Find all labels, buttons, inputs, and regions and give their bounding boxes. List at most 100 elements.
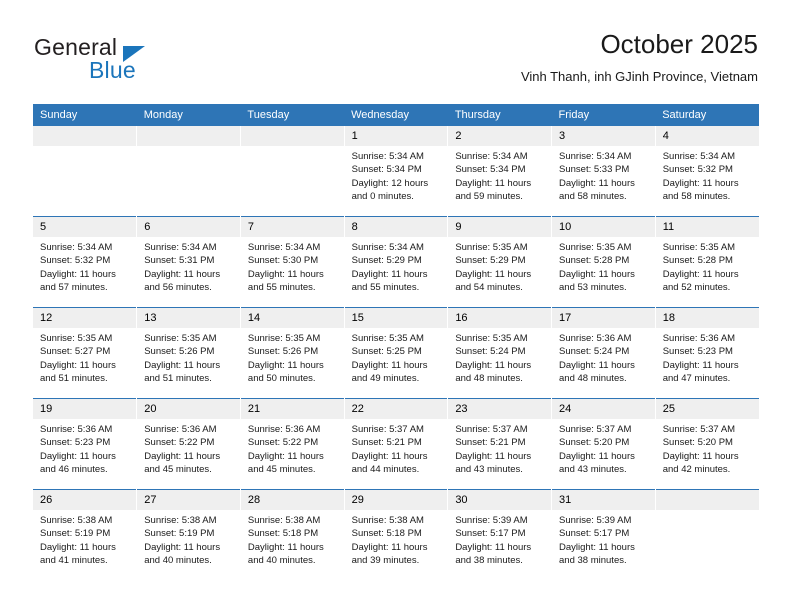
calendar-day-cell[interactable]: 14 Sunrise: 5:35 AM Sunset: 5:26 PM Dayligh… <box>240 307 345 399</box>
daylight-duration-line2: and 38 minutes. <box>455 554 523 566</box>
calendar-day-cell[interactable]: 27 Sunrise: 5:38 AM Sunset: 5:19 PM Dayligh… <box>136 489 241 580</box>
calendar-day-cell[interactable]: 19 Sunrise: 5:36 AM Sunset: 5:23 PM Dayligh… <box>33 398 138 490</box>
calendar-day-cell[interactable]: 11 Sunrise: 5:35 AM Sunset: 5:28 PM Dayligh… <box>655 216 759 308</box>
day-details: Sunrise: 5:34 AM Sunset: 5:32 PM Daylight:… <box>33 237 136 294</box>
sunrise-time: Sunrise: 5:36 AM <box>40 424 113 435</box>
daylight-duration-line2: and 39 minutes. <box>351 554 420 566</box>
weekday-header-saturday: Saturday <box>655 104 759 126</box>
daylight-duration-line1: Daylight: 11 hours <box>455 177 532 189</box>
day-number: 30 <box>448 490 552 510</box>
sunset-time: Sunset: 5:33 PM <box>559 164 630 176</box>
calendar-day-cell[interactable]: 13 Sunrise: 5:35 AM Sunset: 5:26 PM Dayligh… <box>136 307 241 399</box>
calendar-day-cell[interactable]: 12 Sunrise: 5:35 AM Sunset: 5:27 PM Dayligh… <box>33 307 138 399</box>
calendar-day-cell[interactable]: 15 Sunrise: 5:35 AM Sunset: 5:25 PM Dayligh… <box>344 307 449 399</box>
sunset-time: Sunset: 5:23 PM <box>662 346 733 358</box>
day-details: Sunrise: 5:34 AM Sunset: 5:31 PM Daylight:… <box>137 237 240 294</box>
sunrise-time: Sunrise: 5:35 AM <box>559 242 632 253</box>
calendar-day-cell[interactable]: 28 Sunrise: 5:38 AM Sunset: 5:18 PM Dayligh… <box>240 489 345 580</box>
calendar-day-cell[interactable]: 16 Sunrise: 5:35 AM Sunset: 5:24 PM Dayligh… <box>447 307 553 399</box>
day-number: 7 <box>240 217 344 237</box>
calendar-week-row: 1 Sunrise: 5:34 AM Sunset: 5:34 PM Daylight… <box>33 126 759 217</box>
daylight-duration-line2: and 40 minutes. <box>144 554 212 566</box>
day-details: Sunrise: 5:38 AM Sunset: 5:18 PM Daylight:… <box>241 510 344 567</box>
calendar-day-cell[interactable]: 29 Sunrise: 5:38 AM Sunset: 5:18 PM Dayligh… <box>344 489 449 580</box>
daylight-duration-line1: Daylight: 11 hours <box>40 450 116 462</box>
sunrise-time: Sunrise: 5:36 AM <box>144 424 217 435</box>
calendar-day-cell[interactable]: 4 Sunrise: 5:34 AM Sunset: 5:32 PM Daylight… <box>655 126 759 217</box>
calendar-day-cell[interactable]: 31 Sunrise: 5:39 AM Sunset: 5:17 PM Dayligh… <box>551 489 656 580</box>
page-subtitle: Vinh Thanh, inh GJinh Province, Vietnam <box>520 69 758 84</box>
calendar-day-cell[interactable]: 6 Sunrise: 5:34 AM Sunset: 5:31 PM Daylight… <box>136 216 241 308</box>
sunrise-time: Sunrise: 5:35 AM <box>455 333 528 344</box>
sunset-time: Sunset: 5:17 PM <box>559 528 630 540</box>
calendar-day-cell[interactable]: 23 Sunrise: 5:37 AM Sunset: 5:21 PM Dayligh… <box>447 398 553 490</box>
sunset-time: Sunset: 5:19 PM <box>144 528 215 540</box>
sunset-time: Sunset: 5:29 PM <box>455 255 526 267</box>
sunset-time: Sunset: 5:21 PM <box>455 437 526 449</box>
day-number: 4 <box>655 126 759 146</box>
sunset-time: Sunset: 5:25 PM <box>351 346 422 358</box>
daylight-duration-line1: Daylight: 11 hours <box>455 450 532 462</box>
calendar-body: 1 Sunrise: 5:34 AM Sunset: 5:34 PM Daylight… <box>33 126 759 580</box>
calendar-day-cell[interactable]: 17 Sunrise: 5:36 AM Sunset: 5:24 PM Dayligh… <box>551 307 656 399</box>
calendar-day-cell[interactable]: 26 Sunrise: 5:38 AM Sunset: 5:19 PM Dayligh… <box>33 489 138 580</box>
calendar-day-cell[interactable]: 3 Sunrise: 5:34 AM Sunset: 5:33 PM Daylight… <box>551 126 656 217</box>
calendar-day-cell[interactable]: 25 Sunrise: 5:37 AM Sunset: 5:20 PM Dayligh… <box>655 398 759 490</box>
calendar-header-row: Sunday Monday Tuesday Wednesday Thursday… <box>33 104 759 126</box>
calendar-day-cell[interactable]: 8 Sunrise: 5:34 AM Sunset: 5:29 PM Daylight… <box>344 216 449 308</box>
daylight-duration-line2: and 51 minutes. <box>144 372 212 384</box>
daylight-duration-line2: and 0 minutes. <box>351 190 414 202</box>
calendar-day-cell[interactable]: 21 Sunrise: 5:36 AM Sunset: 5:22 PM Dayligh… <box>240 398 345 490</box>
calendar-day-cell-empty <box>655 489 759 580</box>
calendar-week-row: 12 Sunrise: 5:35 AM Sunset: 5:27 PM Dayligh… <box>33 307 759 399</box>
sunset-time: Sunset: 5:22 PM <box>144 437 215 449</box>
calendar-day-cell[interactable]: 18 Sunrise: 5:36 AM Sunset: 5:23 PM Dayligh… <box>655 307 759 399</box>
sunset-time: Sunset: 5:18 PM <box>351 528 422 540</box>
calendar-day-cell[interactable]: 30 Sunrise: 5:39 AM Sunset: 5:17 PM Dayligh… <box>447 489 553 580</box>
sunset-time: Sunset: 5:19 PM <box>40 528 111 540</box>
day-number: 28 <box>240 490 344 510</box>
weekday-header-sunday: Sunday <box>33 104 137 126</box>
calendar-day-cell[interactable]: 20 Sunrise: 5:36 AM Sunset: 5:22 PM Dayligh… <box>136 398 241 490</box>
calendar-day-cell[interactable]: 7 Sunrise: 5:34 AM Sunset: 5:30 PM Daylight… <box>240 216 345 308</box>
sunrise-time: Sunrise: 5:34 AM <box>351 242 424 253</box>
sunset-time: Sunset: 5:34 PM <box>455 164 526 176</box>
day-details: Sunrise: 5:34 AM Sunset: 5:29 PM Daylight:… <box>345 237 448 294</box>
daylight-duration-line2: and 49 minutes. <box>351 372 420 384</box>
sunset-time: Sunset: 5:28 PM <box>559 255 630 267</box>
daylight-duration-line2: and 52 minutes. <box>662 281 731 293</box>
day-details: Sunrise: 5:34 AM Sunset: 5:34 PM Daylight:… <box>345 146 448 203</box>
calendar-day-cell[interactable]: 9 Sunrise: 5:35 AM Sunset: 5:29 PM Daylight… <box>447 216 553 308</box>
calendar-day-cell[interactable]: 5 Sunrise: 5:34 AM Sunset: 5:32 PM Daylight… <box>33 216 138 308</box>
day-number: 10 <box>552 217 655 237</box>
calendar-day-cell[interactable]: 22 Sunrise: 5:37 AM Sunset: 5:21 PM Dayligh… <box>344 398 449 490</box>
day-number: 25 <box>655 399 759 419</box>
day-number: 31 <box>552 490 655 510</box>
daylight-duration-line2: and 41 minutes. <box>40 554 108 566</box>
daylight-duration-line2: and 56 minutes. <box>144 281 212 293</box>
sunrise-time: Sunrise: 5:35 AM <box>351 333 424 344</box>
calendar-day-cell-empty <box>136 126 241 217</box>
calendar-day-cell[interactable]: 24 Sunrise: 5:37 AM Sunset: 5:20 PM Dayligh… <box>551 398 656 490</box>
daylight-duration-line2: and 55 minutes. <box>351 281 420 293</box>
sunset-time: Sunset: 5:28 PM <box>662 255 733 267</box>
day-number: 6 <box>137 217 240 237</box>
day-number: 22 <box>344 399 448 419</box>
sunrise-time: Sunrise: 5:35 AM <box>662 242 736 253</box>
day-number: 11 <box>655 217 759 237</box>
general-blue-logo[interactable]: General Blue <box>34 34 214 88</box>
day-number: 3 <box>552 126 655 146</box>
day-number: 15 <box>344 308 448 328</box>
daylight-duration-line1: Daylight: 11 hours <box>144 450 221 462</box>
sunrise-time: Sunrise: 5:35 AM <box>40 333 113 344</box>
weekday-header-wednesday: Wednesday <box>344 104 448 126</box>
sunset-time: Sunset: 5:26 PM <box>247 346 319 358</box>
day-number: 12 <box>33 308 137 328</box>
calendar-day-cell[interactable]: 1 Sunrise: 5:34 AM Sunset: 5:34 PM Daylight… <box>344 126 449 217</box>
calendar-page: General Blue October 2025 Vinh Thanh, in… <box>0 0 792 612</box>
daylight-duration-line2: and 42 minutes. <box>662 463 731 475</box>
day-details: Sunrise: 5:35 AM Sunset: 5:28 PM Daylight:… <box>656 237 759 294</box>
calendar-day-cell[interactable]: 10 Sunrise: 5:35 AM Sunset: 5:28 PM Dayligh… <box>551 216 656 308</box>
calendar-day-cell[interactable]: 2 Sunrise: 5:34 AM Sunset: 5:34 PM Daylight… <box>447 126 553 217</box>
day-details: Sunrise: 5:35 AM Sunset: 5:24 PM Daylight:… <box>448 328 551 385</box>
